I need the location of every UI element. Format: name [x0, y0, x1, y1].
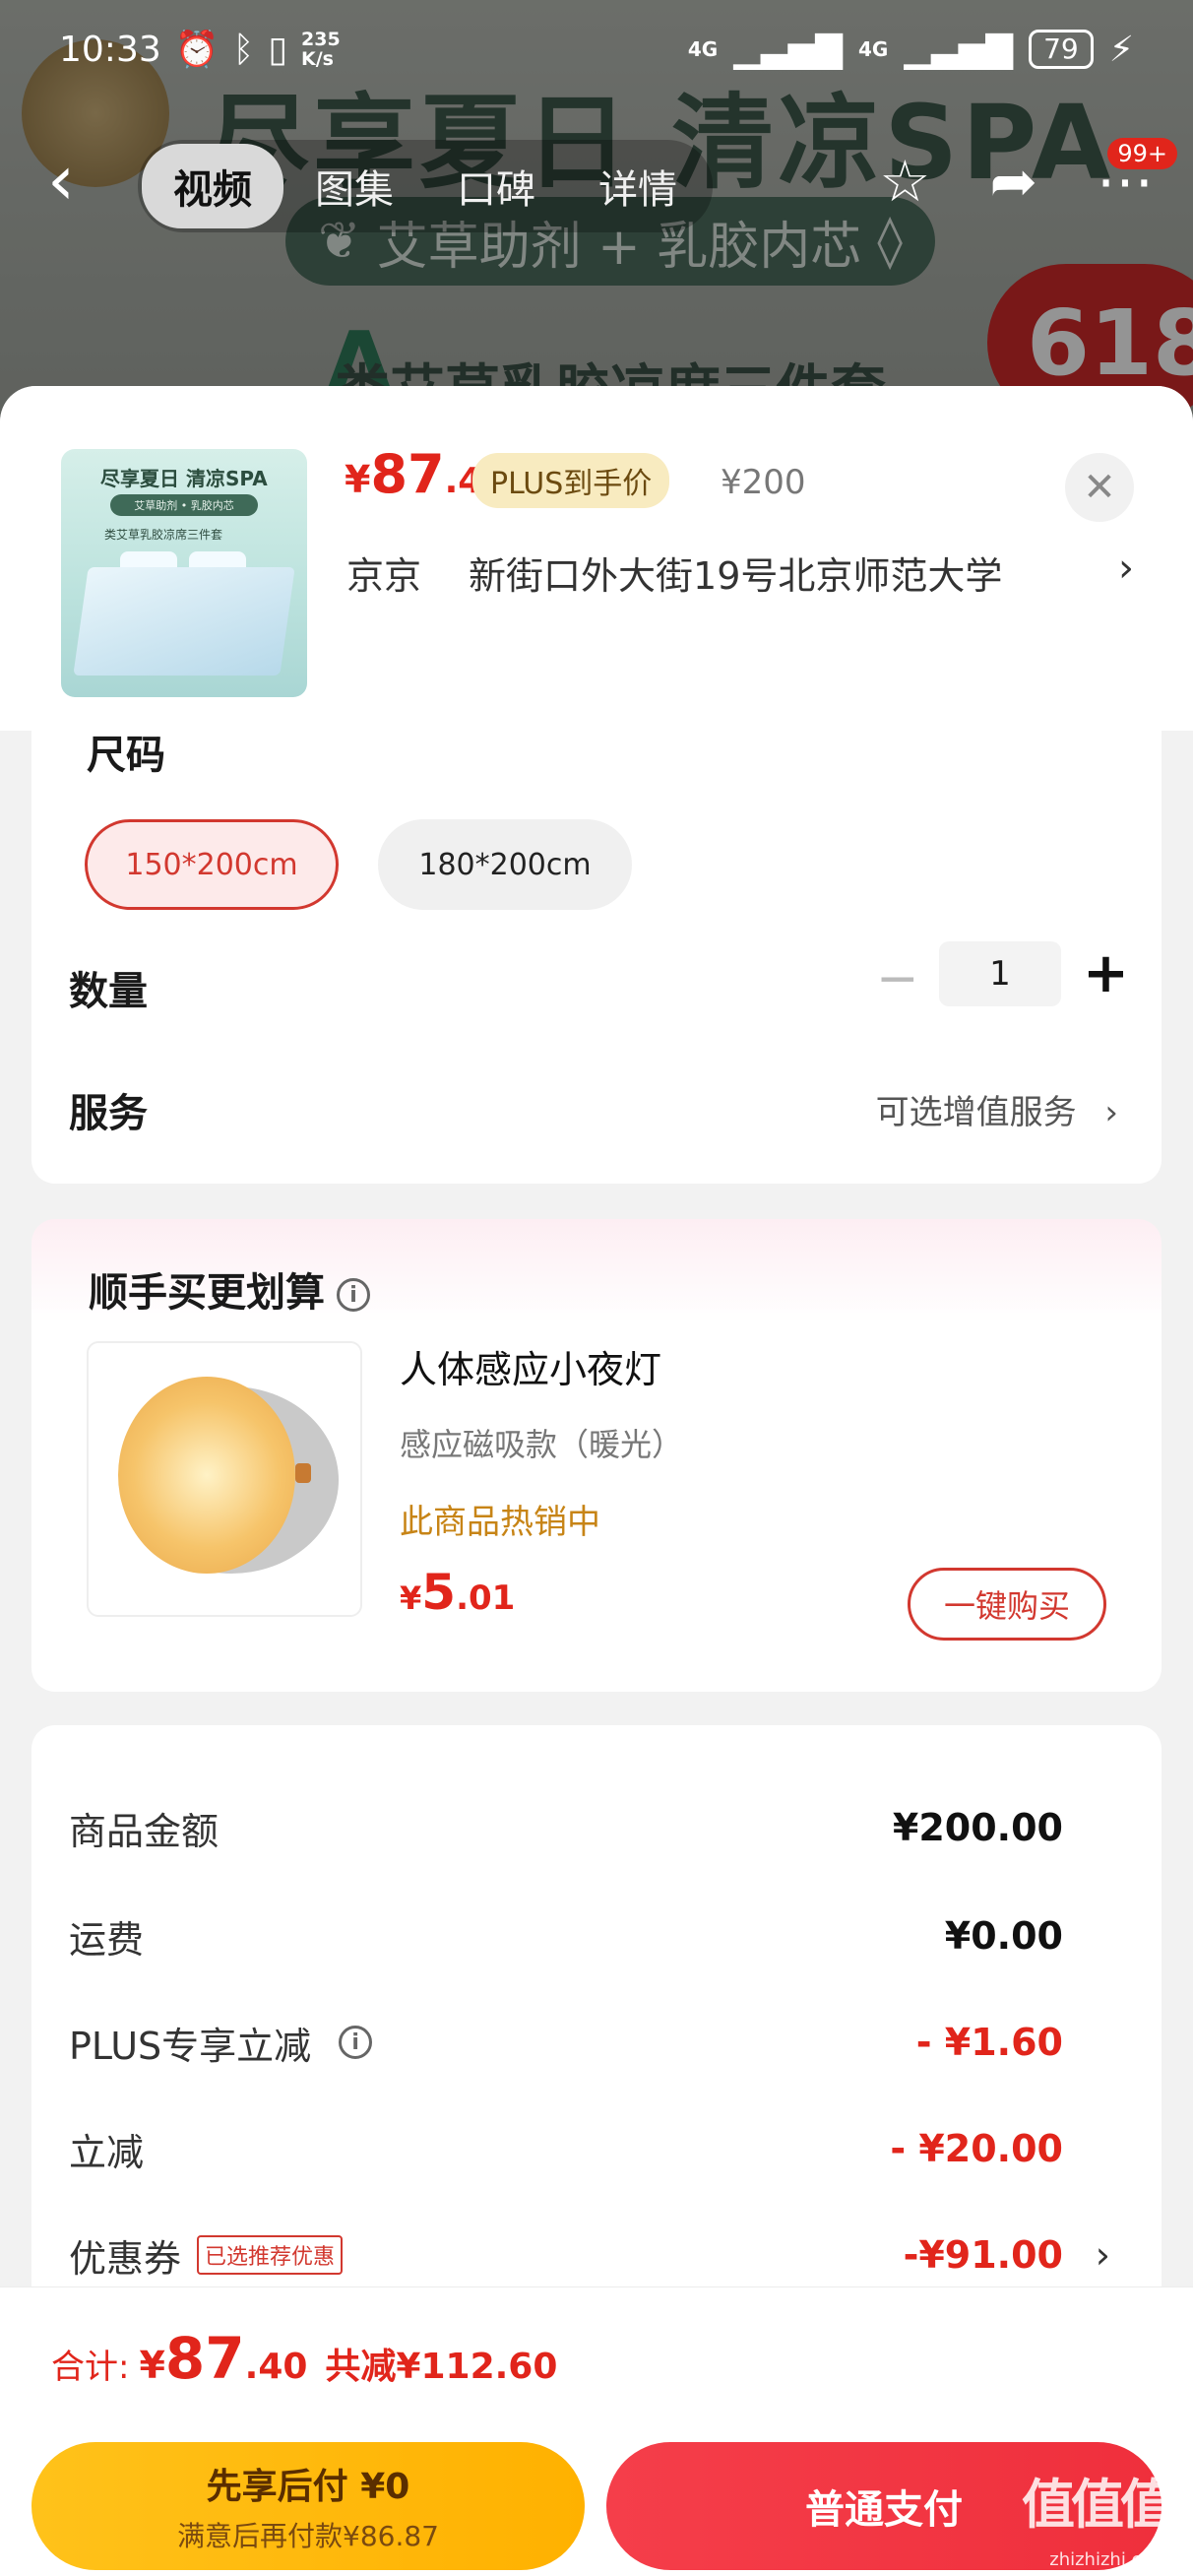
tab-details[interactable]: 详情: [567, 144, 709, 228]
network-speed: 235 K/s: [301, 29, 341, 70]
signal-bars-icon: ▁▃▅▇: [733, 29, 843, 70]
fee-row-shipping: 运费 ¥0.00: [69, 1914, 1063, 1962]
size-option-180x200[interactable]: 180*200cm: [378, 819, 632, 910]
total-savings: 共减¥112.60: [325, 2347, 558, 2387]
message-badge: 99+: [1107, 138, 1177, 169]
bundle-item-desc: 感应磁吸款（暖光）: [400, 1426, 684, 1463]
charging-icon: ⚡: [1108, 29, 1134, 70]
order-total-bar: 合计: ¥ 87 .40 共减¥112.60: [0, 2286, 1193, 2434]
quantity-increase-button[interactable]: +: [1083, 941, 1129, 1005]
one-click-buy-button[interactable]: 一键购买: [908, 1568, 1106, 1641]
fee-row-plus-discount: PLUS专享立减 i - ¥1.60: [69, 2021, 1063, 2068]
status-bar: 10:33 ⏰ ᛒ ▯ 235 K/s 4G ▁▃▅▇ 4G ▁▃▅▇ 79 ⚡: [0, 0, 1193, 98]
close-icon: ✕: [1083, 465, 1116, 510]
spec-card: 尺码 150*200cm 180*200cm 数量 − 1 + 服务 可选增值服…: [31, 731, 1162, 1184]
bluetooth-icon: ᛒ: [232, 29, 255, 70]
alarm-icon: ⏰: [174, 30, 220, 70]
fee-row-discount: 立减 - ¥20.00: [69, 2127, 1063, 2174]
coupon-tag: 已选推荐优惠: [197, 2235, 344, 2275]
info-icon[interactable]: i: [337, 1278, 370, 1312]
tab-reviews[interactable]: 口碑: [425, 144, 567, 228]
bundle-item-hot: 此商品热销中: [400, 1503, 600, 1542]
quantity-input[interactable]: 1: [939, 941, 1061, 1006]
close-button[interactable]: ✕: [1065, 453, 1134, 522]
order-total: 合计: ¥ 87 .40 共减¥112.60: [51, 2325, 558, 2392]
original-price: ¥200: [721, 463, 806, 502]
site-watermark-url: zhizhizhi.com: [1049, 2549, 1169, 2570]
thumbnail-pill: 艾草助剂 • 乳胶内芯: [110, 494, 258, 516]
size-label: 尺码: [87, 733, 165, 778]
address-city: 京京: [346, 554, 422, 598]
tab-video[interactable]: 视频: [142, 144, 283, 228]
size-option-150x200[interactable]: 150*200cm: [85, 819, 339, 910]
signal-4g-1: 4G: [687, 37, 719, 61]
battery-level: 79: [1029, 30, 1094, 69]
delivery-address[interactable]: 京京 新街口外大街19号北京师范大学 ›: [346, 546, 1134, 600]
bundle-item-name[interactable]: 人体感应小夜灯: [400, 1339, 661, 1393]
product-nav-bar: ‹ 视频 图集 口碑 详情 ☆ ➦ ⋯ 99+: [0, 128, 1193, 236]
thumbnail-title: 尽享夏日 清凉SPA: [100, 467, 268, 490]
chevron-right-icon: ›: [1118, 546, 1134, 591]
tab-gallery[interactable]: 图集: [283, 144, 425, 228]
quantity-decrease-button[interactable]: −: [876, 949, 919, 1008]
chevron-right-icon: ›: [1095, 2233, 1110, 2277]
service-label: 服务: [69, 1091, 148, 1136]
vibrate-icon: ▯: [268, 29, 287, 70]
chevron-left-icon[interactable]: ‹: [47, 146, 75, 215]
clock: 10:33: [59, 29, 161, 70]
bed-image: [73, 567, 295, 676]
product-thumbnail[interactable]: 尽享夏日 清凉SPA 艾草助剂 • 乳胶内芯 类艾草乳胶凉席三件套: [61, 449, 307, 697]
signal-bars-icon: ▁▃▅▇: [904, 29, 1014, 70]
bundle-title: 顺手买更划算 i: [89, 1260, 370, 1318]
bundle-recommendation-card: 顺手买更划算 i 人体感应小夜灯 感应磁吸款（暖光） 此商品热销中 ¥ 5 .01…: [31, 1219, 1162, 1692]
chevron-right-icon: ›: [1104, 1093, 1118, 1132]
purchase-sheet: 尽享夏日 清凉SPA 艾草助剂 • 乳胶内芯 类艾草乳胶凉席三件套 ¥ 87 .…: [0, 386, 1193, 2576]
pay-later-button[interactable]: 先享后付 ¥0 满意后再付款¥86.87: [31, 2442, 585, 2570]
night-lamp-image[interactable]: [87, 1341, 362, 1617]
address-detail: 新街口外大街19号北京师范大学: [469, 554, 1003, 598]
star-icon[interactable]: ☆: [879, 148, 930, 215]
sheet-header: 尽享夏日 清凉SPA 艾草助剂 • 乳胶内芯 类艾草乳胶凉席三件套 ¥ 87 .…: [0, 386, 1193, 731]
plus-price-tag: PLUS到手价: [472, 453, 670, 508]
fee-row-goods: 商品金额 ¥200.00: [69, 1806, 1063, 1853]
site-watermark: 值值值: [1022, 2474, 1173, 2536]
nav-tabs: 视频 图集 口碑 详情: [138, 140, 713, 232]
fee-row-coupon[interactable]: 优惠券 已选推荐优惠 -¥91.00 ›: [69, 2225, 1122, 2285]
info-icon[interactable]: i: [339, 2026, 373, 2059]
share-icon[interactable]: ➦: [989, 148, 1037, 215]
bundle-item-price: ¥ 5 .01: [400, 1564, 516, 1621]
thumbnail-subtitle: 类艾草乳胶凉席三件套: [104, 528, 223, 542]
payment-bar: 先享后付 ¥0 满意后再付款¥86.87 普通支付 值值值 zhizhizhi.…: [0, 2434, 1193, 2576]
signal-4g-2: 4G: [857, 37, 889, 61]
product-price: ¥ 87 .4: [345, 443, 483, 505]
service-selector[interactable]: 可选增值服务 ›: [876, 1085, 1118, 1133]
quantity-label: 数量: [69, 969, 148, 1014]
